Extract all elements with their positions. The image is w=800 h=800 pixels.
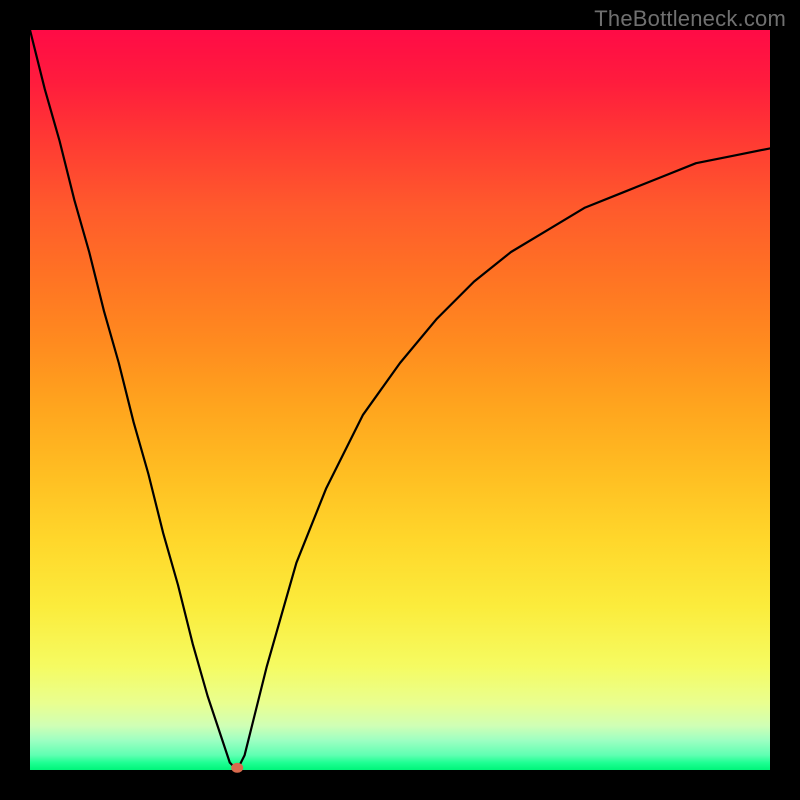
watermark-text: TheBottleneck.com — [594, 6, 786, 32]
optimum-marker — [231, 763, 243, 773]
bottleneck-chart — [30, 30, 770, 770]
bottleneck-curve — [30, 30, 770, 770]
